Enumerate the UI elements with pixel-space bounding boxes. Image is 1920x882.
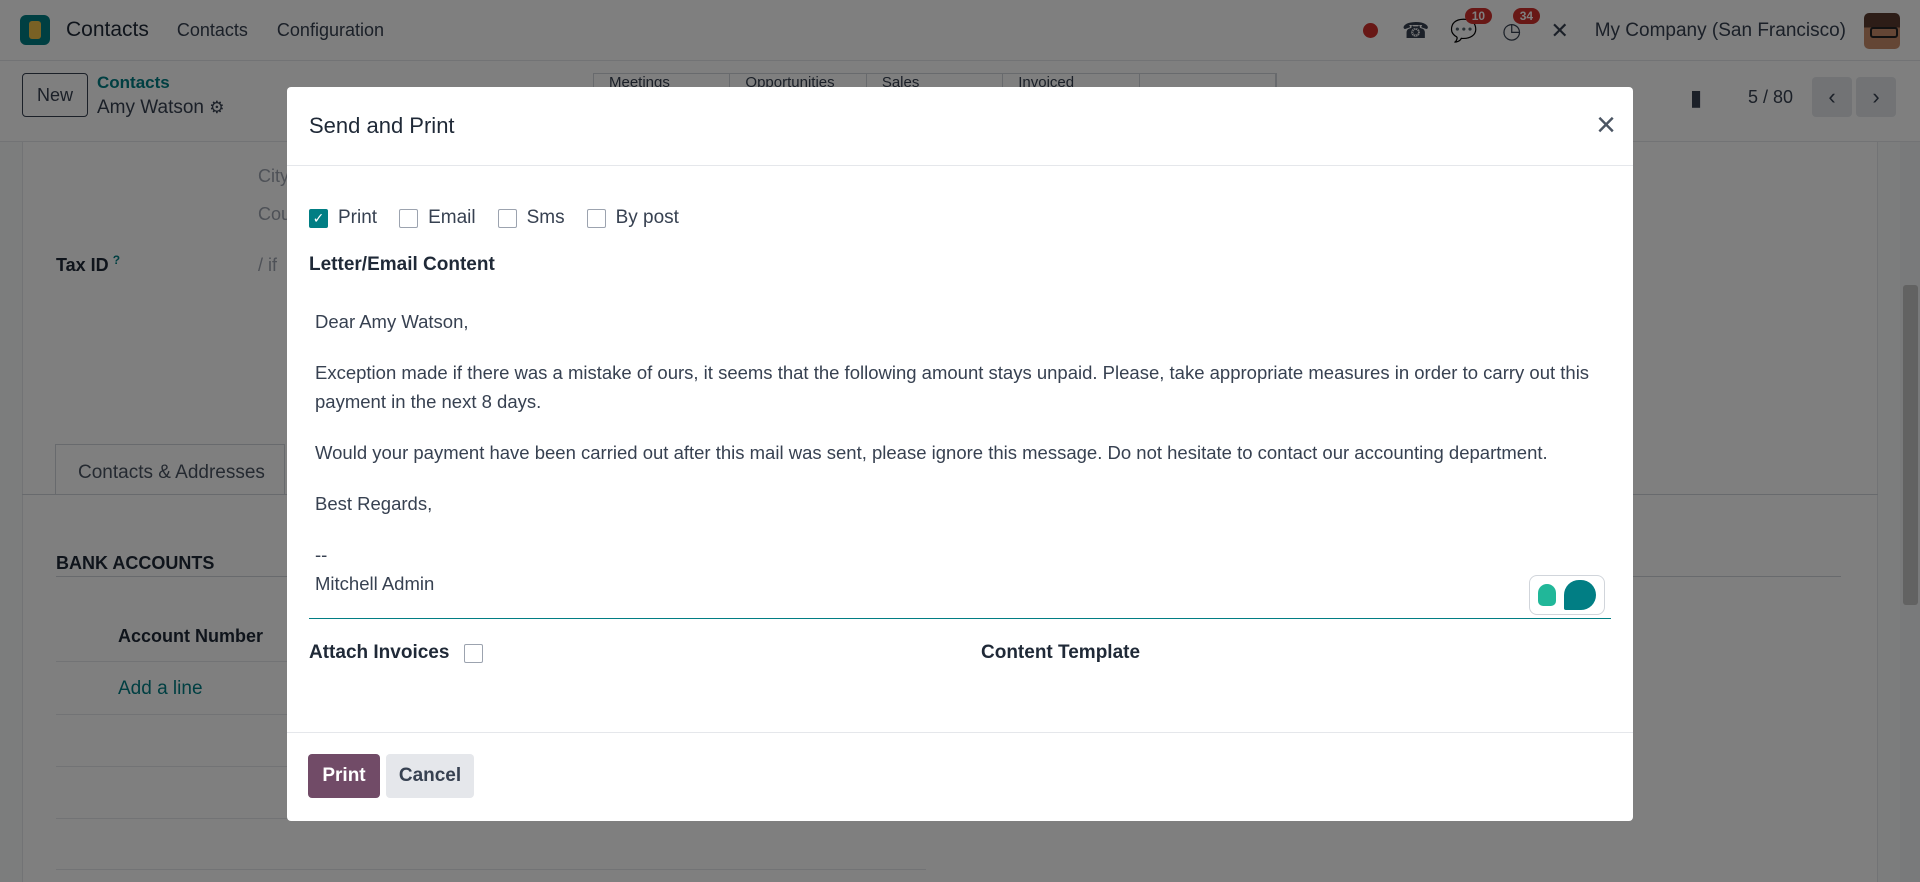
- send-options: ✓ Print Email Sms By post: [309, 205, 701, 231]
- letter-greeting: Dear Amy Watson,: [315, 311, 469, 332]
- print-option-label[interactable]: Print: [338, 207, 377, 229]
- email-option-label[interactable]: Email: [428, 207, 476, 229]
- letter-content-editor[interactable]: Dear Amy Watson, Exception made if there…: [309, 289, 1611, 619]
- by-post-checkbox[interactable]: [586, 208, 606, 228]
- sms-option-label[interactable]: Sms: [527, 207, 565, 229]
- by-post-option-label[interactable]: By post: [616, 207, 679, 229]
- dialog-footer: Print Cancel: [287, 732, 1633, 821]
- print-button[interactable]: Print: [308, 754, 380, 798]
- letter-paragraph-1: Exception made if there was a mistake of…: [315, 362, 1590, 412]
- dialog-title: Send and Print: [309, 113, 455, 138]
- signature-separator: --: [315, 544, 328, 565]
- sms-checkbox[interactable]: [497, 208, 517, 228]
- print-checkbox[interactable]: ✓: [309, 208, 328, 228]
- letter-content-label: Letter/Email Content: [309, 254, 495, 275]
- dialog-header: Send and Print ×: [287, 87, 1633, 166]
- attach-invoices-label: Attach Invoices: [309, 642, 450, 663]
- ai-assistant-widget[interactable]: [1529, 575, 1605, 615]
- content-template-label: Content Template: [981, 642, 1141, 663]
- letter-closing: Best Regards,: [315, 493, 433, 514]
- letter-signature: Mitchell Admin: [315, 573, 435, 594]
- send-and-print-dialog: Send and Print × ✓ Print Email Sms By po…: [287, 87, 1633, 821]
- chat-bubble-icon[interactable]: [1564, 580, 1596, 610]
- attach-invoices-checkbox[interactable]: [464, 644, 483, 663]
- email-checkbox[interactable]: [399, 208, 419, 228]
- close-icon[interactable]: ×: [1589, 108, 1623, 142]
- letter-paragraph-2: Would your payment have been carried out…: [315, 442, 1548, 463]
- cancel-button[interactable]: Cancel: [386, 754, 474, 798]
- lightbulb-icon[interactable]: [1538, 584, 1556, 606]
